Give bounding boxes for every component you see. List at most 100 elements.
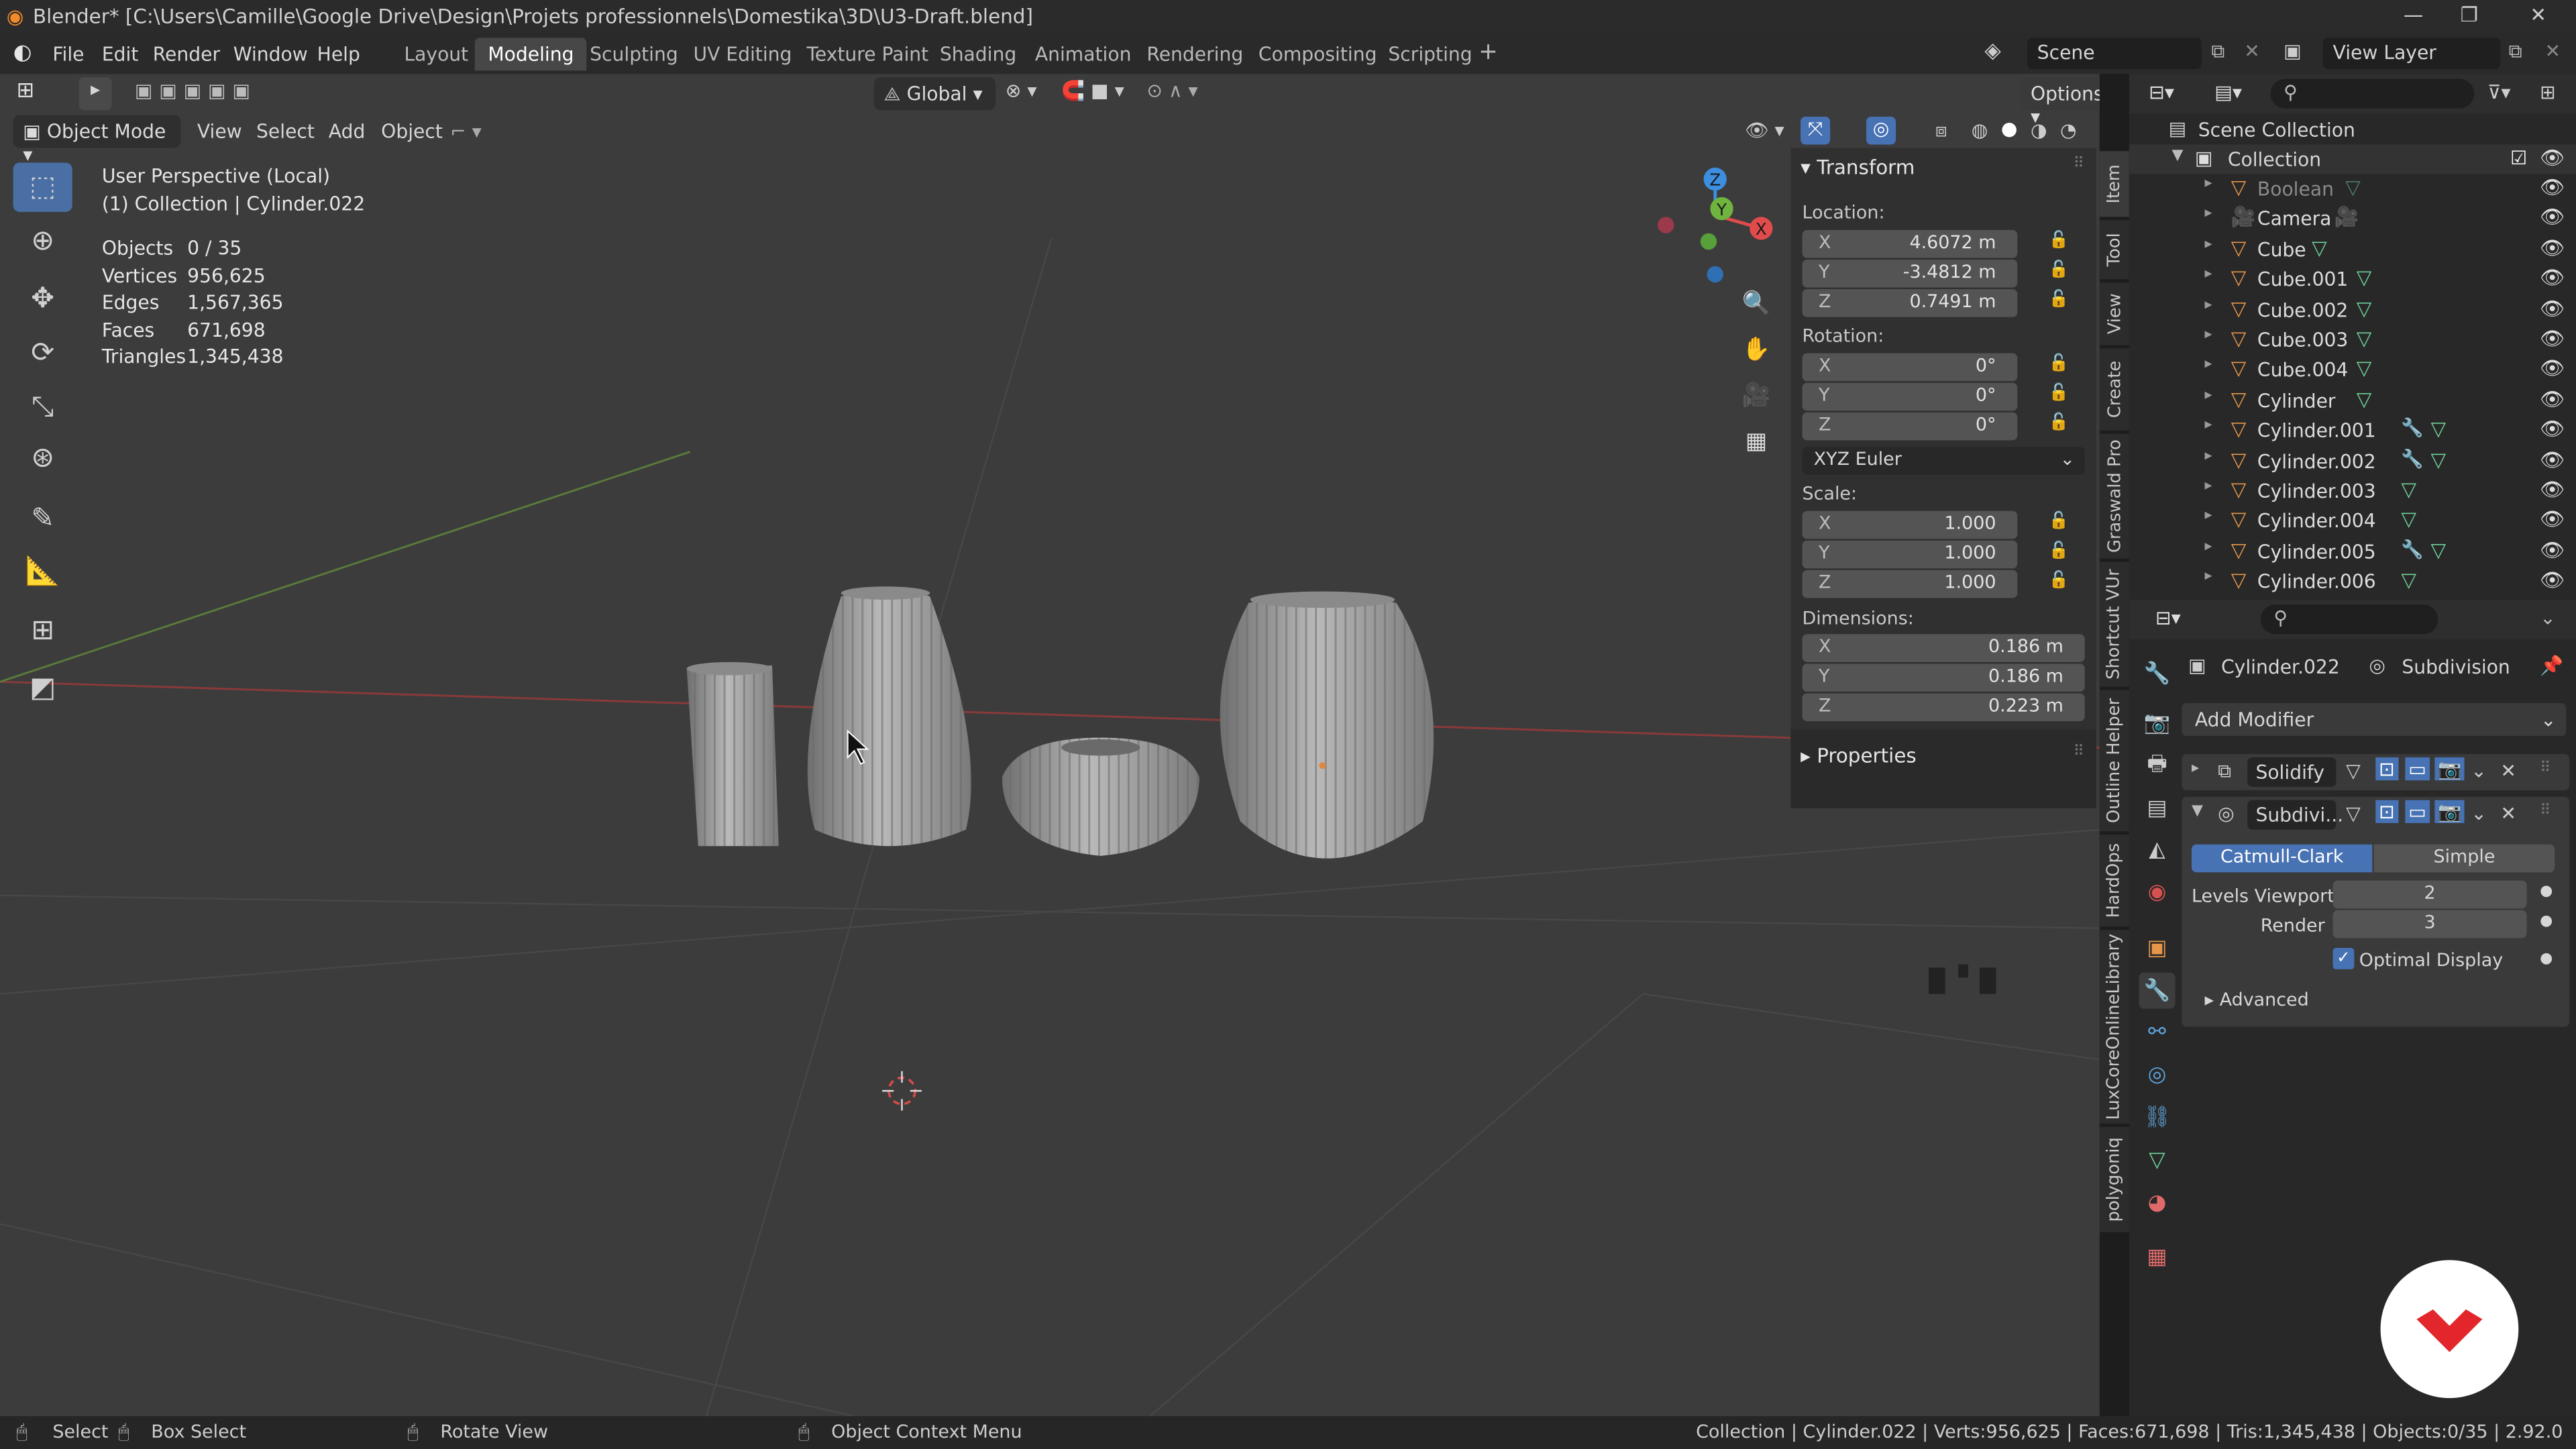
dimensions-x-field[interactable]: X 0.186 m (1802, 634, 2085, 662)
menu-help[interactable]: Help (317, 43, 360, 66)
chevron-down-icon[interactable]: ⌄ (2471, 802, 2487, 824)
wireframe-shading-icon[interactable]: ◍ (1972, 118, 1988, 141)
gizmo-toggle-icon[interactable]: ⤧ (1801, 116, 1831, 145)
texture-properties-icon[interactable]: ▦ (2139, 1239, 2176, 1275)
mesh-data-icon[interactable]: ▽ (2430, 418, 2446, 441)
outliner-item-cylinder-002[interactable]: ▸ ▽ Cylinder.002 👁 🔧 ▽ (2129, 446, 2576, 476)
tab-animation[interactable]: Animation (1022, 38, 1144, 70)
modifier-properties-icon[interactable]: 🔧 (2139, 972, 2176, 1009)
location-z-field[interactable]: Z 0.7491 m (1802, 289, 2018, 317)
modifier-name-field[interactable]: Solidify (2247, 757, 2337, 788)
scale-tool[interactable]: ⤡ (13, 383, 72, 432)
object-properties-icon[interactable]: ▣ (2139, 930, 2176, 966)
tab-texture-paint[interactable]: Texture Paint (794, 38, 942, 70)
expand-arrow-icon[interactable]: ▸ (2205, 297, 2212, 313)
visibility-icon[interactable]: 👁 ▾ (1745, 118, 1784, 141)
options-dropdown[interactable]: Options ▾ (2021, 77, 2100, 128)
outliner-item-cylinder-001[interactable]: ▸ ▽ Cylinder.001 👁 🔧 ▽ (2129, 416, 2576, 445)
outliner-item-cube[interactable]: ▸ ▽ Cube 👁 ▽ (2129, 235, 2576, 264)
pin-icon[interactable]: 📌 (2540, 654, 2563, 677)
eye-icon[interactable]: 👁 (2540, 357, 2565, 380)
menu-select[interactable]: Select (256, 120, 315, 143)
sidebar-tab-view[interactable]: View (2099, 282, 2129, 345)
view-layer-icon[interactable]: ▣ (2284, 40, 2302, 62)
keyframe-dot-icon[interactable]: ● (2540, 884, 2553, 900)
eye-icon[interactable]: 👁 (2540, 206, 2565, 229)
select-tool-icon[interactable]: ▸ (78, 77, 112, 111)
display-mode-icon[interactable]: ▤▾ (2214, 80, 2242, 103)
eye-icon[interactable]: 👁 (2540, 266, 2565, 289)
edit-mode-icon[interactable]: ▽ (2346, 802, 2361, 824)
location-x-field[interactable]: X 4.6072 m (1802, 229, 2018, 258)
eye-icon[interactable]: 👁 (2540, 418, 2565, 441)
scene-properties-icon[interactable]: ◭ (2139, 831, 2176, 867)
copy-scene-icon[interactable]: ⧉ (2211, 40, 2224, 64)
zoom-icon[interactable]: 🔍 (1738, 290, 1774, 327)
material-properties-icon[interactable]: ◕ (2139, 1185, 2176, 1221)
snap-icon[interactable]: 🧲 ■ ▾ (1061, 79, 1124, 102)
transform-tool[interactable]: ⊛ (13, 434, 72, 483)
expand-arrow-icon[interactable]: ▸ (2192, 761, 2199, 777)
lock-icon[interactable]: 🔓 (2049, 384, 2069, 402)
optimal-display-checkbox[interactable]: ✓ (2332, 948, 2355, 969)
editor-type-icon[interactable]: ⊟▾ (2149, 80, 2174, 103)
data-properties-icon[interactable]: ▽ (2139, 1142, 2176, 1178)
sidebar-tab-create[interactable]: Create (2099, 348, 2129, 431)
sidebar-tab-hardops[interactable]: HardOps (2099, 835, 2129, 927)
menu-file[interactable]: File (52, 43, 84, 66)
menu-view[interactable]: View (197, 120, 242, 143)
include-checkbox-icon[interactable]: ☑ (2510, 146, 2527, 169)
sidebar-tab-graswald[interactable]: Graswald Pro (2099, 433, 2129, 559)
add-cube-tool[interactable]: ⊞ (13, 606, 72, 655)
mesh-data-icon[interactable]: ▽ (2312, 236, 2327, 259)
outliner-item-cube-004[interactable]: ▸ ▽ Cube.004 👁 ▽ (2129, 356, 2576, 385)
expand-arrow-icon[interactable]: ▸ (2205, 176, 2212, 192)
material-shading-icon[interactable]: ◑ (2031, 118, 2047, 141)
render-icon[interactable]: 📷 (2434, 757, 2465, 781)
menu-window[interactable]: Window (233, 43, 308, 66)
modifier-name-field[interactable]: Subdivi... (2247, 800, 2343, 830)
rotate-tool[interactable]: ⟳ (13, 329, 72, 378)
cage-icon[interactable]: ⊡ (2375, 800, 2398, 823)
outliner-item-cube-002[interactable]: ▸ ▽ Cube.002 👁 ▽ (2129, 295, 2576, 325)
tab-layout[interactable]: Layout (391, 38, 482, 70)
extra-tool[interactable]: ◩ (13, 663, 72, 712)
expand-arrow-icon[interactable]: ▸ (2205, 418, 2212, 434)
remove-scene-icon[interactable]: ✕ (2244, 40, 2260, 62)
tab-uv-editing[interactable]: UV Editing (680, 38, 805, 70)
properties-search-input[interactable]: ⚲ (2260, 604, 2438, 635)
sidebar-tab-item[interactable]: Item (2099, 151, 2129, 217)
outliner-item-cylinder-006[interactable]: ▸ ▽ Cylinder.006 👁 ▽ (2129, 567, 2576, 596)
select-mode-icons[interactable]: ▣▣▣▣▣ (135, 79, 257, 102)
render-levels-field[interactable]: 3 (2332, 910, 2527, 938)
keyframe-dot-icon[interactable]: ● (2540, 951, 2553, 967)
lock-icon[interactable]: 🔓 (2049, 572, 2069, 590)
menu-edit[interactable]: Edit (102, 43, 139, 66)
mesh-data-icon[interactable]: ▽ (2357, 327, 2372, 350)
cage-icon[interactable]: ⊡ (2375, 757, 2398, 781)
outliner-item-cylinder-005[interactable]: ▸ ▽ Cylinder.005 👁 🔧 ▽ (2129, 537, 2576, 566)
outliner-item-cylinder-004[interactable]: ▸ ▽ Cylinder.004 👁 ▽ (2129, 506, 2576, 536)
expand-arrow-icon[interactable]: ▸ (2205, 539, 2212, 555)
constraints-properties-icon[interactable]: ⛓ (2139, 1099, 2176, 1135)
eye-icon[interactable]: 👁 (2540, 146, 2565, 169)
sidebar-tab-tool[interactable]: Tool (2099, 220, 2129, 280)
outliner-item-cube-001[interactable]: ▸ ▽ Cube.001 👁 ▽ (2129, 265, 2576, 294)
expand-arrow-icon[interactable]: ▸ (2205, 387, 2212, 403)
rotation-mode-dropdown[interactable]: XYZ Euler ⌄ (1802, 447, 2085, 475)
modifier-solidify[interactable]: ▸ ⧉ Solidify ▽ ⊡ ▭ 📷 ⌄ ✕ ⠿ (2182, 754, 2570, 790)
3d-viewport[interactable]: ⊞ ▸ ▣▣▣▣▣ ⟁ Global ▾ ⊗ ▾ 🧲 ■ ▾ ⊙ ∧ ▾ Opt… (0, 74, 2100, 1417)
eye-icon[interactable]: 👁 (2540, 539, 2565, 561)
transform-affect-icon[interactable]: ⌐ ▾ (450, 120, 482, 143)
eye-icon[interactable]: 👁 (2540, 176, 2565, 199)
collapse-arrow-icon[interactable]: ▼ (2172, 148, 2184, 164)
outliner-item-cylinder[interactable]: ▸ ▽ Cylinder 👁 ▽ (2129, 386, 2576, 415)
outliner-collection[interactable]: ▼ ▣ Collection ☑ 👁 (2129, 144, 2576, 174)
rotation-z-field[interactable]: Z 0° (1802, 412, 2018, 441)
mesh-data-icon[interactable]: ▽ (2357, 266, 2372, 289)
tab-shading[interactable]: Shading (926, 38, 1030, 70)
mesh-data-icon[interactable]: ▽ (2401, 569, 2416, 592)
mesh-data-icon[interactable]: ▽ (2357, 357, 2372, 380)
view-layer-properties-icon[interactable]: ▤ (2139, 790, 2176, 826)
outliner-item-cube-003[interactable]: ▸ ▽ Cube.003 👁 ▽ (2129, 325, 2576, 355)
